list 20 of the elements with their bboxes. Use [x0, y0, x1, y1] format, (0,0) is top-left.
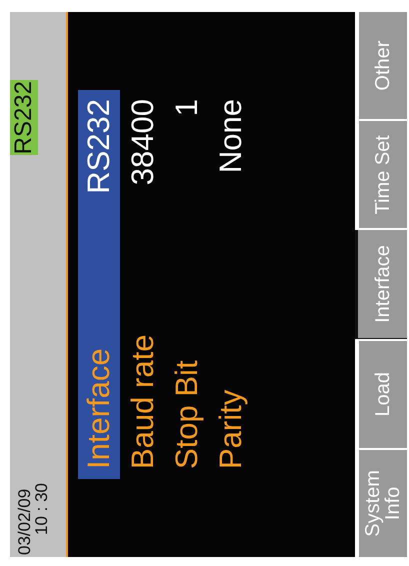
time-text: 10 : 30	[33, 483, 50, 537]
setting-row[interactable]: Baud rate 38400	[122, 90, 164, 479]
setting-value: 1	[168, 99, 205, 118]
selected-setting-row[interactable]: Interface RS232	[78, 90, 120, 479]
tab[interactable]: Interface	[355, 230, 407, 339]
setting-row[interactable]: Stop Bit 1	[166, 90, 208, 479]
tab[interactable]: System Info	[358, 450, 407, 557]
interface-badge: RS232	[10, 80, 38, 156]
setting-row[interactable]: Parity None	[210, 90, 252, 479]
setting-label: Interface	[80, 347, 117, 471]
setting-value: None	[212, 99, 249, 176]
setting-value: RS232	[80, 99, 117, 196]
tab[interactable]: Load	[358, 340, 407, 448]
setting-label: Stop Bit	[168, 359, 205, 471]
setting-label: Baud rate	[124, 334, 161, 471]
setting-label: Parity	[212, 388, 249, 471]
setting-value: 38400	[124, 99, 161, 188]
tab[interactable]: Time Set	[358, 121, 407, 228]
tab[interactable]: Other	[358, 12, 407, 120]
date-text: 03/02/09	[16, 488, 33, 555]
